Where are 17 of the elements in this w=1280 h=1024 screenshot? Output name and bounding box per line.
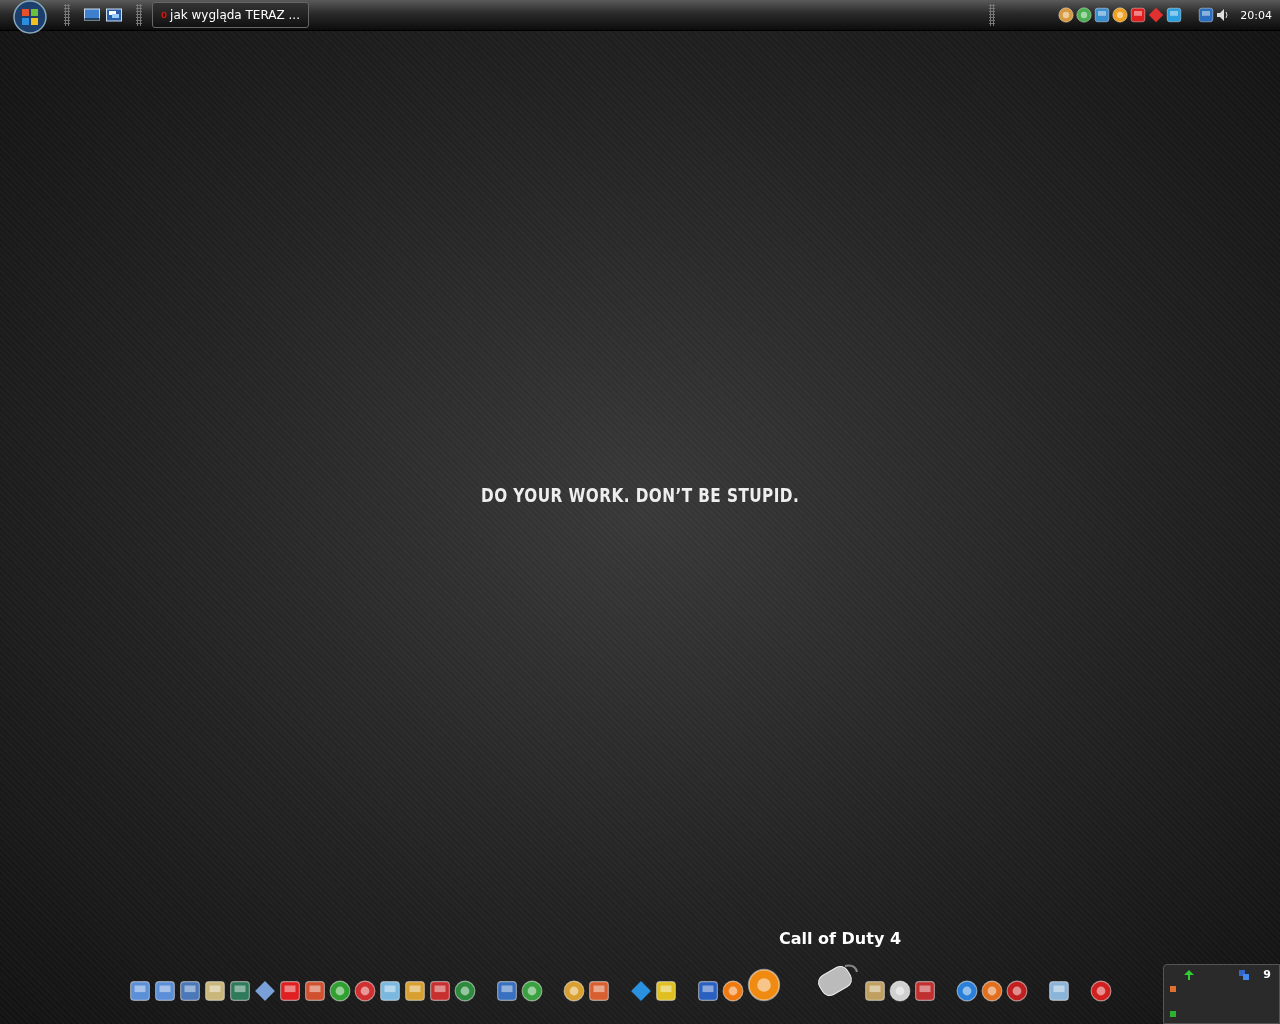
dock-hover-label: Call of Duty 4 bbox=[778, 929, 902, 948]
speaker-icon[interactable] bbox=[1216, 8, 1231, 22]
gadget-count: 9 bbox=[1263, 968, 1271, 981]
taskbar-window-button[interactable]: jak wygląda TERAZ ... bbox=[152, 2, 309, 28]
desktop-icon[interactable] bbox=[84, 8, 100, 22]
toolbar-grip[interactable] bbox=[136, 4, 142, 26]
status-square-icon bbox=[1170, 986, 1176, 992]
clock[interactable]: 20:04 bbox=[1240, 8, 1272, 22]
toolbar-grip[interactable] bbox=[64, 4, 70, 26]
windows-icon[interactable] bbox=[106, 8, 122, 22]
gadget-panel[interactable]: 9 bbox=[1163, 964, 1280, 1024]
squares-icon bbox=[1238, 969, 1250, 981]
wallpaper-slogan: DO YOUR WORK. DON’T BE STUPID. bbox=[480, 483, 800, 507]
toolbar-grip[interactable] bbox=[989, 4, 995, 26]
indicator-square-icon bbox=[1170, 1011, 1176, 1017]
arrow-icon bbox=[1184, 970, 1194, 980]
start-orb-icon[interactable] bbox=[10, 0, 50, 34]
